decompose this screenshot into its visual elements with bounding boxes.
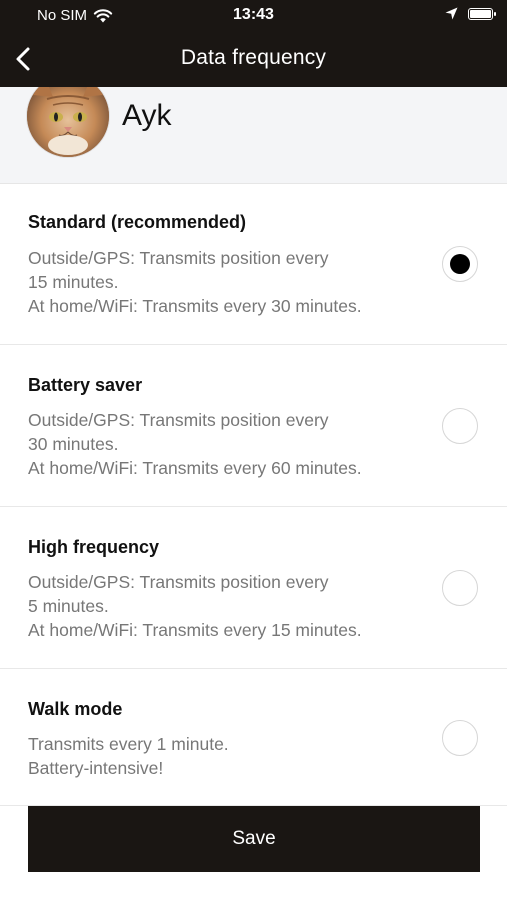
- option-description: Outside/GPS: Transmits position every 30…: [28, 408, 428, 480]
- option-description: Outside/GPS: Transmits position every 15…: [28, 246, 428, 318]
- save-button[interactable]: Save: [28, 806, 480, 872]
- location-arrow-icon: [445, 7, 458, 20]
- status-time: 13:43: [233, 6, 274, 23]
- description-line: 15 minutes.: [28, 272, 119, 292]
- pet-name: Ayk: [122, 99, 172, 132]
- description-line: Outside/GPS: Transmits position every: [28, 248, 329, 268]
- frequency-options-list: Standard (recommended) Outside/GPS: Tran…: [0, 184, 507, 806]
- description-line: At home/WiFi: Transmits every 15 minutes…: [28, 620, 362, 640]
- description-line: 30 minutes.: [28, 434, 119, 454]
- pet-header: Ayk: [0, 87, 507, 184]
- option-standard[interactable]: Standard (recommended) Outside/GPS: Tran…: [0, 184, 507, 345]
- status-right-icons: [445, 7, 496, 20]
- radio-selected-dot: [450, 254, 470, 274]
- option-high-frequency[interactable]: High frequency Outside/GPS: Transmits po…: [0, 507, 507, 669]
- avatar: [27, 87, 109, 157]
- option-title: Battery saver: [28, 375, 143, 395]
- option-title: High frequency: [28, 537, 160, 557]
- description-line: At home/WiFi: Transmits every 60 minutes…: [28, 458, 362, 478]
- page-title: Data frequency: [180, 46, 327, 69]
- battery-icon: [468, 7, 496, 20]
- description-line: Outside/GPS: Transmits position every: [28, 572, 329, 592]
- description-line: At home/WiFi: Transmits every 30 minutes…: [28, 296, 362, 316]
- description-line: Outside/GPS: Transmits position every: [28, 410, 329, 430]
- description-line: Transmits every 1 minute.: [28, 734, 229, 754]
- option-description: Transmits every 1 minute. Battery-intens…: [28, 732, 428, 780]
- cat-avatar-image: [27, 87, 109, 157]
- radio-standard[interactable]: [442, 246, 478, 282]
- description-line: Battery-intensive!: [28, 758, 164, 778]
- option-title: Standard (recommended): [28, 212, 247, 232]
- option-battery-saver[interactable]: Battery saver Outside/GPS: Transmits pos…: [0, 345, 507, 507]
- nav-bar: Data frequency: [0, 32, 507, 87]
- option-description: Outside/GPS: Transmits position every 5 …: [28, 570, 428, 642]
- option-title: Walk mode: [28, 699, 123, 719]
- radio-battery-saver[interactable]: [442, 408, 478, 444]
- status-bar: No SIM 13:43: [0, 0, 507, 32]
- option-walk-mode[interactable]: Walk mode Transmits every 1 minute. Batt…: [0, 669, 507, 806]
- radio-high-frequency[interactable]: [442, 570, 478, 606]
- radio-walk-mode[interactable]: [442, 720, 478, 756]
- description-line: 5 minutes.: [28, 596, 109, 616]
